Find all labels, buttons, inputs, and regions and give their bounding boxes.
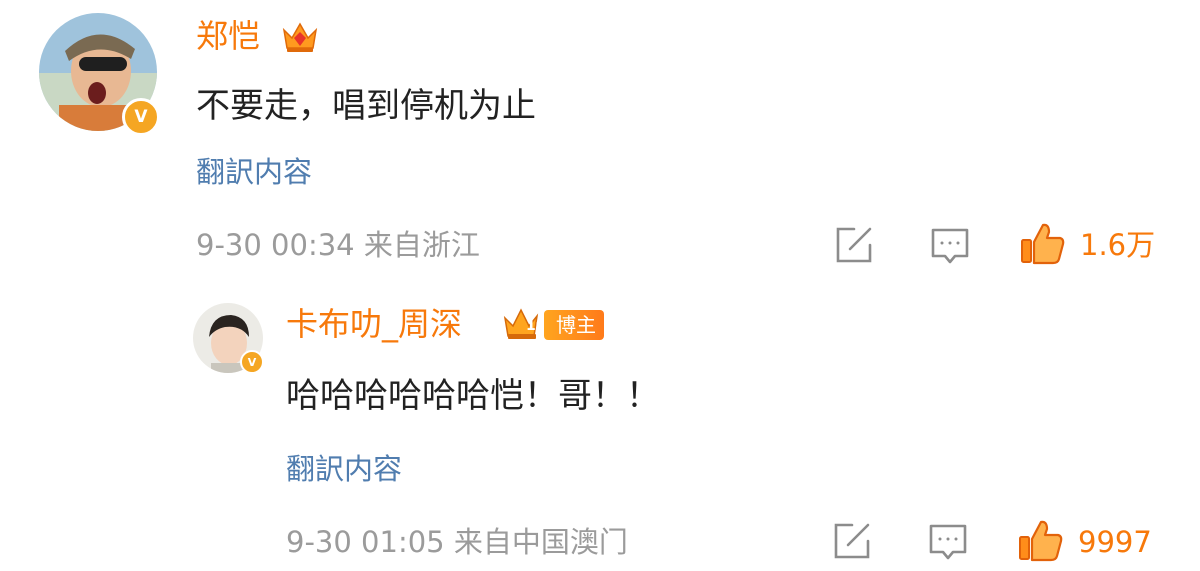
commenter-username[interactable]: 郑恺 xyxy=(196,14,260,58)
reply-verified-badge-icon: V xyxy=(240,350,264,374)
reply-comment-icon[interactable] xyxy=(928,522,968,562)
comment-location: 来自浙江 xyxy=(363,228,480,262)
reply-share-icon[interactable] xyxy=(832,521,872,561)
blogger-tag: 博主 xyxy=(544,310,604,340)
reply-translate-link[interactable]: 翻訳内容 xyxy=(286,449,402,489)
reply-like-icon[interactable] xyxy=(1018,518,1064,562)
verified-badge-icon: V xyxy=(122,98,160,136)
comment-date: 9-30 xyxy=(196,228,262,262)
like-icon[interactable] xyxy=(1020,221,1066,265)
reply-like-count: 9997 xyxy=(1078,525,1152,559)
reply-location: 来自中国澳门 xyxy=(453,525,628,559)
comment-text: 不要走，唱到停机为止 xyxy=(196,86,536,126)
comment-time: 00:34 xyxy=(271,228,355,262)
reply-time: 01:05 xyxy=(361,525,445,559)
reply-text: 哈哈哈哈哈哈恺！哥！！ xyxy=(286,376,660,416)
share-icon[interactable] xyxy=(834,225,874,265)
comment-meta: 9-30 00:34 来自浙江 xyxy=(196,223,480,267)
reply-username[interactable]: 卡布叻_周深 xyxy=(286,302,462,346)
translate-link[interactable]: 翻訳内容 xyxy=(196,152,312,192)
reply-date: 9-30 xyxy=(286,525,352,559)
crown-icon xyxy=(280,18,320,54)
reply-meta: 9-30 01:05 来自中国澳门 xyxy=(286,520,628,564)
level-number: 10 xyxy=(526,318,546,334)
like-count: 1.6万 xyxy=(1080,228,1156,262)
comment-icon[interactable] xyxy=(930,226,970,266)
